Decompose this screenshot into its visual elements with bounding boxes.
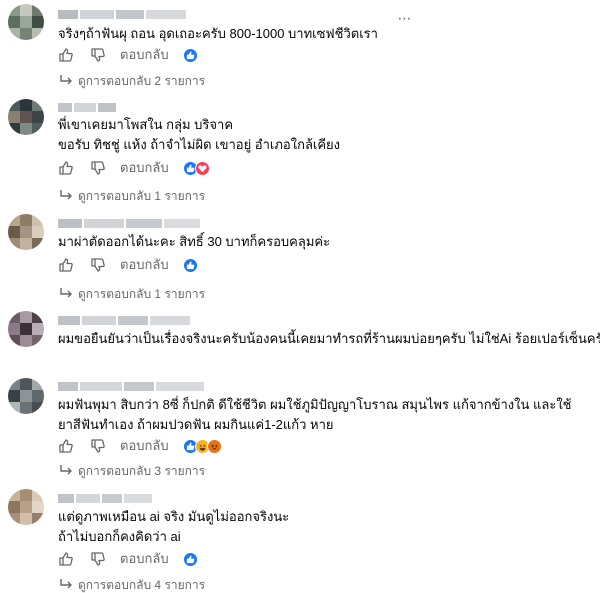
thumbs-down-icon[interactable] [90,160,106,176]
like-reaction-icon [182,551,198,567]
angry-reaction-icon [206,438,222,454]
avatar[interactable] [8,99,44,135]
view-replies-link[interactable]: ดูการตอบกลับ 3 รายการ [58,462,205,480]
avatar[interactable] [8,214,44,250]
author-name-blurred[interactable] [58,382,204,391]
reactions[interactable] [182,551,198,567]
comment-actions: ตอบกลับ [58,159,210,177]
comment-actions: ตอบกลับ [58,256,198,274]
author-name-blurred[interactable] [58,316,190,325]
reply-button[interactable]: ตอบกลับ [120,46,169,64]
replies-count-text: ดูการตอบกลับ 1 รายการ [78,287,206,301]
like-reaction-icon [182,257,198,273]
comment-actions: ตอบกลับ [58,46,198,64]
avatar[interactable] [8,378,44,414]
reply-arrow-icon [60,465,72,475]
replies-count-text: ดูการตอบกลับ 2 รายการ [78,74,206,88]
author-name-blurred[interactable] [58,103,116,112]
avatar[interactable] [8,4,44,40]
view-replies-link[interactable]: ดูการตอบกลับ 2 รายการ [58,72,205,90]
reply-button[interactable]: ตอบกลับ [120,437,169,455]
thumbs-up-icon[interactable] [58,257,74,273]
comment-text: แต่ดูภาพเหมือน ai จริง มันดูไม่ออกจริงนะ… [58,509,290,544]
comment-actions: ตอบกลับ [58,437,222,455]
comment-text: มาผ่าตัดออกได้นะคะ สิทธิ์ 30 บาทก็ครอบคล… [58,234,331,249]
replies-count-text: ดูการตอบกลับ 1 รายการ [78,189,206,203]
comment-text: จริงๆถ้าฟันผุ ถอน อุดเถอะครับ 800-1000 บ… [58,26,378,41]
reply-button[interactable]: ตอบกลับ [120,256,169,274]
author-name-blurred[interactable] [58,219,200,228]
reactions[interactable] [182,438,222,454]
comment-actions: ตอบกลับ [58,550,198,568]
thumbs-down-icon[interactable] [90,47,106,63]
reply-arrow-icon [60,288,72,298]
thumbs-up-icon[interactable] [58,551,74,567]
thumbs-down-icon[interactable] [90,257,106,273]
reply-button[interactable]: ตอบกลับ [120,159,169,177]
replies-count-text: ดูการตอบกลับ 4 รายการ [78,578,206,592]
view-replies-link[interactable]: ดูการตอบกลับ 1 รายการ [58,187,205,205]
thumbs-down-icon[interactable] [90,551,106,567]
thumbs-up-icon[interactable] [58,160,74,176]
author-name-blurred[interactable] [58,10,186,19]
thumbs-up-icon[interactable] [58,47,74,63]
love-reaction-icon [194,160,210,176]
comment-text: พี่เขาเคยมาโพสใน กลุ่ม บริจาค ขอรับ ทิชช… [58,117,341,152]
reactions[interactable] [182,257,198,273]
thumbs-up-icon[interactable] [58,438,74,454]
avatar[interactable] [8,489,44,525]
reactions[interactable] [182,47,198,63]
comment-text: ผมฟันพุมา สิบกว่า 8ซี่ ก็ปกติ ดีใช้ชีวิต… [58,397,572,432]
view-replies-link[interactable]: ดูการตอบกลับ 1 รายการ [58,285,205,303]
reply-arrow-icon [60,579,72,589]
view-replies-link[interactable]: ดูการตอบกลับ 4 รายการ [58,576,205,593]
comment-text: ผมขอยืนยันว่าเป็นเรื่องจริงนะครับน้องคนน… [58,331,600,346]
reactions[interactable] [182,160,210,176]
thumbs-down-icon[interactable] [90,438,106,454]
replies-count-text: ดูการตอบกลับ 3 รายการ [78,464,206,478]
reply-button[interactable]: ตอบกลับ [120,550,169,568]
reply-arrow-icon [60,190,72,200]
reply-arrow-icon [60,75,72,85]
like-reaction-icon [182,47,198,63]
author-name-blurred[interactable] [58,494,152,503]
more-options-button[interactable]: ⋯ [395,10,415,26]
avatar[interactable] [8,311,44,347]
